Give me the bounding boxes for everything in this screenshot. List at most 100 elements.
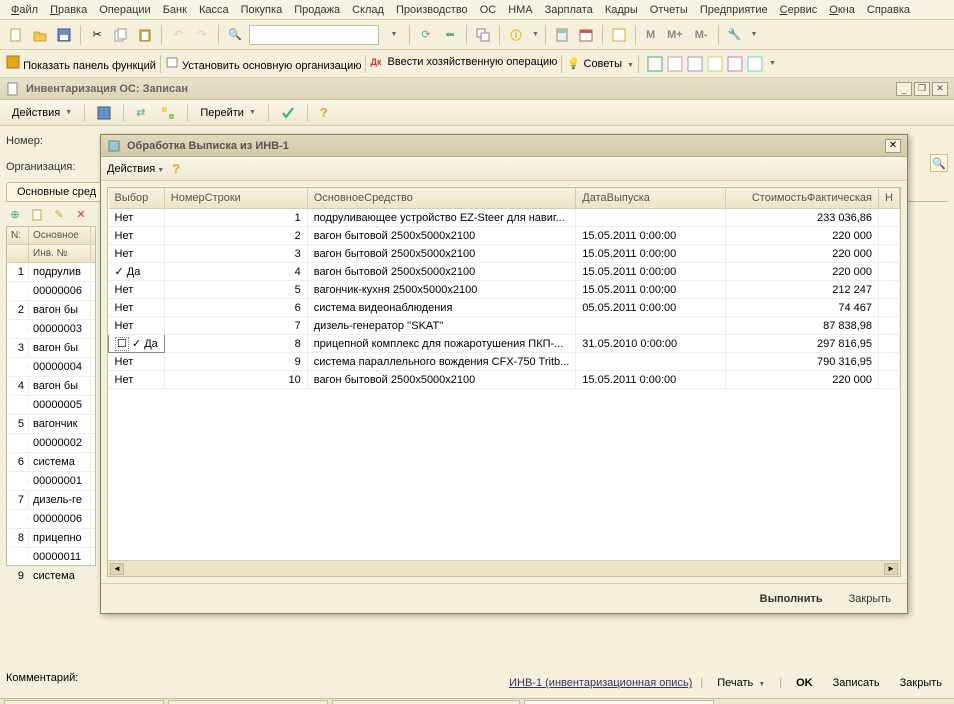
cut-icon[interactable]: ✂: [87, 25, 107, 45]
table-row[interactable]: 5вагончик: [7, 415, 95, 434]
col-date[interactable]: ДатаВыпуска: [576, 188, 726, 209]
redo-icon[interactable]: ↷: [192, 25, 212, 45]
table-row[interactable]: 6система: [7, 453, 95, 472]
check-icon[interactable]: [275, 103, 301, 123]
table-row[interactable]: 00000005: [7, 396, 95, 415]
search-input[interactable]: [249, 25, 379, 45]
table-row[interactable]: Нет6система видеонаблюдения05.05.2011 0:…: [109, 299, 900, 317]
col-vybor[interactable]: Выбор: [109, 188, 165, 209]
memory-mminus[interactable]: M-: [691, 29, 712, 41]
menu-service[interactable]: Сервис: [775, 2, 823, 18]
info-icon[interactable]: ⓘ: [506, 25, 526, 45]
bg-col-name[interactable]: Основное: [29, 227, 91, 244]
save-icon[interactable]: [54, 25, 74, 45]
table-row[interactable]: 4вагон бы: [7, 377, 95, 396]
menu-help[interactable]: Справка: [862, 2, 915, 18]
scroll-right-icon[interactable]: ►: [884, 563, 898, 575]
col-row[interactable]: НомерСтроки: [164, 188, 307, 209]
calc-icon[interactable]: [552, 25, 572, 45]
table-row[interactable]: 1подрулив: [7, 263, 95, 282]
scroll-left-icon[interactable]: ◄: [110, 563, 124, 575]
save-button[interactable]: Записать: [827, 674, 886, 692]
bg-col-inv[interactable]: Инв. №: [29, 245, 91, 262]
open-icon[interactable]: [30, 25, 50, 45]
close-button[interactable]: ✕: [932, 82, 948, 96]
taskbar-panel[interactable]: ▦Панель функций: [4, 700, 164, 704]
search-icon[interactable]: 🔍: [225, 25, 245, 45]
table-row[interactable]: Нет1подруливающее устройство EZ-Steer дл…: [109, 209, 900, 227]
table-row[interactable]: 00000011: [7, 548, 95, 567]
table-row[interactable]: 3вагон бы: [7, 339, 95, 358]
modal-run-button[interactable]: Выполнить: [752, 590, 831, 608]
table-row[interactable]: 00000002: [7, 434, 95, 453]
refresh-icon[interactable]: ⟳: [416, 25, 436, 45]
modal-close-text-button[interactable]: Закрыть: [841, 590, 899, 608]
new-doc-icon[interactable]: [6, 25, 26, 45]
menu-file[interactable]: Файл: [6, 2, 43, 18]
print-button[interactable]: Печать ▼: [711, 674, 771, 692]
taskbar-current-doc[interactable]: 📄Инвентаризация ОС: Запис...: [524, 700, 714, 704]
modal-close-button[interactable]: ✕: [885, 139, 901, 153]
taskbar-external[interactable]: ▦Дополнительные внешние ...: [332, 700, 520, 704]
calendar-icon[interactable]: [576, 25, 596, 45]
ok-button[interactable]: OK: [790, 674, 819, 692]
menu-sale[interactable]: Продажа: [289, 2, 345, 18]
menu-stock[interactable]: Склад: [347, 2, 389, 18]
table-row[interactable]: Нет2вагон бытовой 2500х5000х210015.05.20…: [109, 227, 900, 245]
copy-icon[interactable]: [111, 25, 131, 45]
tab-main-assets[interactable]: Основные сред: [6, 182, 107, 201]
memory-mplus[interactable]: M+: [663, 29, 687, 41]
undo-icon[interactable]: ↶: [168, 25, 188, 45]
col-cost[interactable]: СтоимостьФактическая: [726, 188, 879, 209]
table-row[interactable]: 7дизель-ге: [7, 491, 95, 510]
table-row[interactable]: 00000003: [7, 320, 95, 339]
bg-col-n[interactable]: N:: [7, 227, 29, 244]
table-row[interactable]: Нет10вагон бытовой 2500х5000х210015.05.2…: [109, 371, 900, 389]
table-row[interactable]: Нет7дизель-генератор ''SKAT''87 838,98: [109, 317, 900, 335]
modal-actions-dropdown[interactable]: Действия▼: [107, 163, 164, 175]
taskbar-invent-list[interactable]: 📋Инвентаризации ОС: [168, 700, 328, 704]
table-row[interactable]: 00000006: [7, 510, 95, 529]
search-dropdown-icon[interactable]: ▼: [383, 25, 403, 45]
col-n[interactable]: Н: [879, 188, 900, 209]
help-icon[interactable]: ?: [314, 103, 334, 123]
table-row[interactable]: ✓ Да4вагон бытовой 2500х5000х210015.05.2…: [109, 263, 900, 281]
edit-row-icon[interactable]: ✎: [50, 205, 68, 223]
set-org-button[interactable]: Установить основную организацию: [165, 55, 362, 72]
save-doc-icon[interactable]: [91, 103, 117, 123]
menu-bank[interactable]: Банк: [158, 2, 192, 18]
table-row[interactable]: 00000006: [7, 282, 95, 301]
menu-production[interactable]: Производство: [391, 2, 473, 18]
tips-button[interactable]: 💡 Советы ▼: [566, 57, 634, 71]
menu-salary[interactable]: Зарплата: [540, 2, 598, 18]
lookup-button[interactable]: 🔍: [930, 154, 948, 172]
struct-icon[interactable]: [155, 103, 181, 123]
report3-icon[interactable]: [687, 56, 703, 72]
inv1-link[interactable]: ИНВ-1 (инвентаризационная опись): [509, 677, 692, 689]
report1-icon[interactable]: [647, 56, 663, 72]
report6-icon[interactable]: [747, 56, 763, 72]
table-row[interactable]: 00000004: [7, 358, 95, 377]
modal-grid[interactable]: Выбор НомерСтроки ОсновноеСредство ДатаВ…: [108, 188, 900, 389]
goto-dropdown[interactable]: Перейти▼: [194, 103, 262, 123]
table-row[interactable]: 9система: [7, 567, 95, 586]
table-row[interactable]: Нет5вагончик-кухня 2500х5000х210015.05.2…: [109, 281, 900, 299]
col-os[interactable]: ОсновноеСредство: [307, 188, 576, 209]
table-row[interactable]: 8прицепно: [7, 529, 95, 548]
table-row[interactable]: Нет3вагон бытовой 2500х5000х210015.05.20…: [109, 245, 900, 263]
menu-os[interactable]: ОС: [475, 2, 502, 18]
actions-dropdown[interactable]: Действия▼: [6, 103, 78, 123]
show-panel-button[interactable]: Показать панель функций: [6, 55, 156, 72]
menu-reports[interactable]: Отчеты: [645, 2, 693, 18]
table-row[interactable]: 00000001: [7, 472, 95, 491]
menu-cash[interactable]: Касса: [194, 2, 234, 18]
wrench-icon[interactable]: 🔧: [725, 25, 745, 45]
table-row[interactable]: 2вагон бы: [7, 301, 95, 320]
report2-icon[interactable]: [667, 56, 683, 72]
menu-enterprise[interactable]: Предприятие: [695, 2, 773, 18]
table-row[interactable]: [7, 586, 95, 605]
close-doc-button[interactable]: Закрыть: [894, 674, 948, 692]
menu-nma[interactable]: НМА: [503, 2, 537, 18]
menu-staff[interactable]: Кадры: [600, 2, 643, 18]
nav-arrows-icon[interactable]: ⇄: [130, 103, 151, 123]
